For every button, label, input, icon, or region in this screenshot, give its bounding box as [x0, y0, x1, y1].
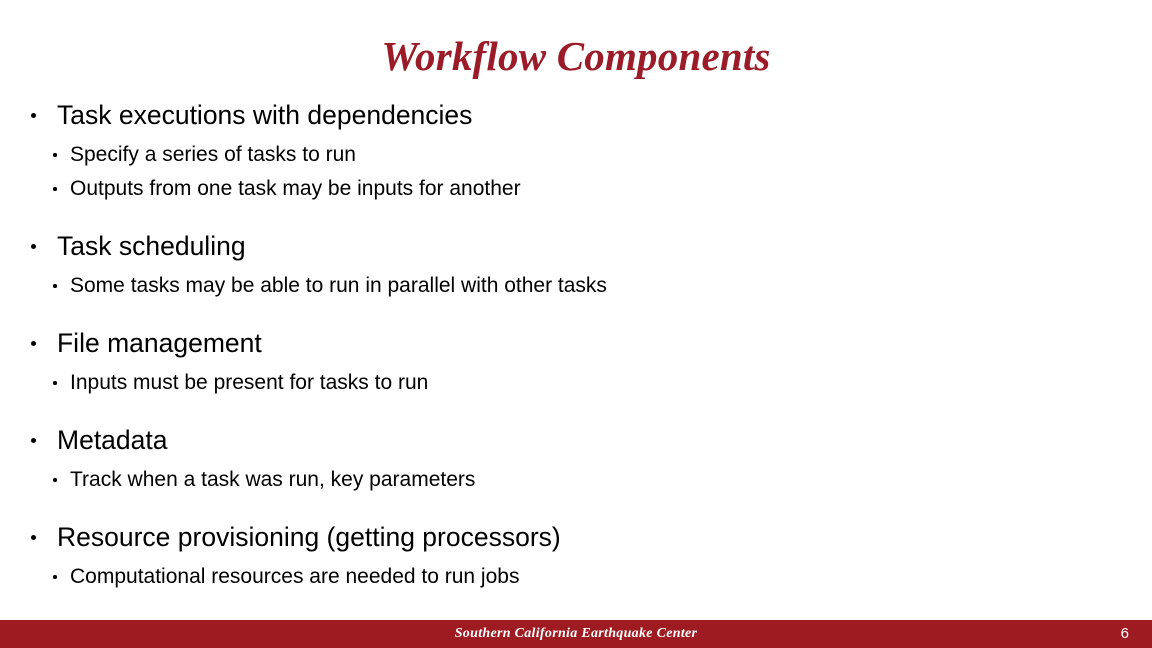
bullet-dot-icon	[31, 438, 36, 443]
sub-bullet-list: Some tasks may be able to run in paralle…	[0, 273, 1152, 299]
bullet-dot-icon	[31, 535, 36, 540]
bullet-group: Task executions with dependencies Specif…	[0, 100, 1152, 202]
bullet-group: Resource provisioning (getting processor…	[0, 522, 1152, 590]
sub-bullet-dot-icon	[53, 575, 57, 579]
bullet-group: Task scheduling Some tasks may be able t…	[0, 231, 1152, 299]
bullet-level1-label: Task executions with dependencies	[57, 100, 473, 130]
bullet-level2-label: Specify a series of tasks to run	[70, 143, 356, 166]
bullet-level2: Some tasks may be able to run in paralle…	[0, 273, 1152, 299]
bullet-level2-label: Computational resources are needed to ru…	[70, 565, 520, 588]
sub-bullet-dot-icon	[53, 153, 57, 157]
bullet-level2: Inputs must be present for tasks to run	[0, 370, 1152, 396]
sub-bullet-dot-icon	[53, 284, 57, 288]
sub-bullet-dot-icon	[53, 381, 57, 385]
bullet-level1: Task executions with dependencies	[0, 100, 1152, 131]
sub-bullet-list: Computational resources are needed to ru…	[0, 564, 1152, 590]
bullet-level1: File management	[0, 328, 1152, 359]
bullet-dot-icon	[31, 341, 36, 346]
bullet-level1-label: File management	[57, 328, 262, 358]
bullet-level2-label: Inputs must be present for tasks to run	[70, 371, 429, 394]
bullet-group: File management Inputs must be present f…	[0, 328, 1152, 396]
sub-bullet-list: Track when a task was run, key parameter…	[0, 467, 1152, 493]
presentation-slide: Workflow Components Task executions with…	[0, 0, 1152, 648]
slide-title: Workflow Components	[381, 33, 771, 79]
bullet-level2: Outputs from one task may be inputs for …	[0, 176, 1152, 202]
slide-body: Task executions with dependencies Specif…	[0, 100, 1152, 590]
slide-footer: Southern California Earthquake Center 6	[0, 620, 1152, 648]
bullet-level2: Computational resources are needed to ru…	[0, 564, 1152, 590]
bullet-level2: Track when a task was run, key parameter…	[0, 467, 1152, 493]
sub-bullet-list: Inputs must be present for tasks to run	[0, 370, 1152, 396]
bullet-dot-icon	[31, 113, 36, 118]
bullet-level1-label: Task scheduling	[57, 231, 246, 261]
bullet-level1: Resource provisioning (getting processor…	[0, 522, 1152, 553]
bullet-level1: Task scheduling	[0, 231, 1152, 262]
bullet-level2-label: Outputs from one task may be inputs for …	[70, 177, 521, 200]
bullet-level2-label: Track when a task was run, key parameter…	[70, 468, 476, 491]
slide-page-number: 6	[1120, 625, 1129, 642]
sub-bullet-list: Specify a series of tasks to run Outputs…	[0, 142, 1152, 202]
bullet-level1-label: Metadata	[57, 425, 168, 455]
sub-bullet-dot-icon	[53, 478, 57, 482]
bullet-dot-icon	[31, 244, 36, 249]
bullet-level2-label: Some tasks may be able to run in paralle…	[70, 274, 607, 297]
bullet-level1-label: Resource provisioning (getting processor…	[57, 522, 561, 552]
bullet-group: Metadata Track when a task was run, key …	[0, 425, 1152, 493]
footer-organization-label: Southern California Earthquake Center	[454, 626, 698, 641]
bullet-level1: Metadata	[0, 425, 1152, 456]
sub-bullet-dot-icon	[53, 187, 57, 191]
bullet-level2: Specify a series of tasks to run	[0, 142, 1152, 168]
